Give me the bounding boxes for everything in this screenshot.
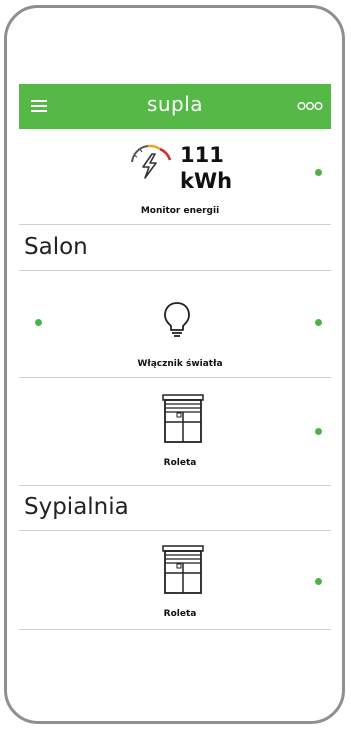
energy-unit: kWh (180, 169, 233, 193)
divider (19, 377, 331, 378)
divider (19, 485, 331, 486)
status-dot-right (315, 319, 322, 326)
divider (19, 629, 331, 630)
divider (19, 224, 331, 225)
roller-shutter-label: Roleta (163, 609, 197, 619)
roller-shutter-icon (162, 394, 204, 443)
divider (19, 530, 331, 531)
status-dot (315, 428, 322, 435)
status-dot (315, 169, 322, 176)
roller-shutter-label: Roleta (163, 458, 197, 468)
status-dot-left (35, 319, 42, 326)
location-header-sypialnia[interactable]: Sypialnia (24, 494, 129, 520)
gauge-lightning-icon (131, 144, 172, 179)
light-switch-label: Włącznik światła (137, 359, 223, 369)
more-options-icon[interactable] (297, 100, 323, 112)
location-header-salon[interactable]: Salon (24, 234, 88, 260)
app-bar: supla (19, 84, 331, 129)
energy-monitor-label: Monitor energii (140, 206, 220, 216)
energy-value: 111 (180, 143, 224, 167)
app-logo: supla (146, 92, 204, 116)
divider (19, 270, 331, 271)
status-dot (315, 578, 322, 585)
roller-shutter-icon (162, 545, 204, 594)
light-bulb-icon (164, 302, 190, 337)
